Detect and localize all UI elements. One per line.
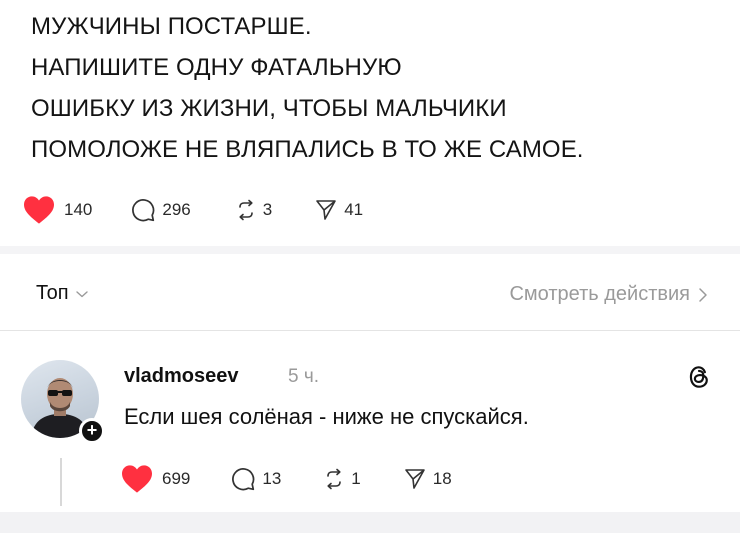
comment-count: 13 xyxy=(262,469,282,488)
repost-count: 3 xyxy=(262,200,273,219)
repost-icon xyxy=(327,468,342,490)
follow-button[interactable]: + xyxy=(79,418,105,444)
share-icon xyxy=(404,469,425,489)
reply-text: Если шея солёная - ниже не спускайся. xyxy=(124,404,529,429)
bottom-divider xyxy=(0,512,740,533)
separator-line xyxy=(0,330,740,331)
like-button[interactable]: 699 xyxy=(120,464,190,494)
post-text: МУЖЧИНЫ ПОСТАРШЕ. НАПИШИТЕ ОДНУ ФАТАЛЬНУ… xyxy=(31,6,721,170)
plus-icon: + xyxy=(86,420,98,440)
repost-icon xyxy=(238,199,253,221)
post-line: ОШИБКУ ИЗ ЖИЗНИ, ЧТОБЫ МАЛЬЧИКИ xyxy=(31,95,507,122)
share-count: 18 xyxy=(432,469,452,488)
post-line: ПОМОЛОЖЕ НЕ ВЛЯПАЛИСЬ В ТО ЖЕ САМОЕ. xyxy=(31,136,584,163)
repost-count: 1 xyxy=(351,469,361,488)
chevron-right-icon xyxy=(699,287,707,302)
share-button[interactable]: 18 xyxy=(403,467,452,491)
comment-button[interactable]: 13 xyxy=(230,466,281,492)
threads-icon[interactable] xyxy=(686,363,712,396)
comment-count: 296 xyxy=(162,200,191,219)
like-button[interactable]: 140 xyxy=(22,195,92,225)
comment-icon xyxy=(232,468,255,491)
view-activity-label: Смотреть действия xyxy=(509,283,690,305)
like-count: 699 xyxy=(162,469,191,488)
sort-label: Топ xyxy=(36,282,69,304)
reply-avatar-wrap: + xyxy=(21,360,105,444)
post-line: НАПИШИТЕ ОДНУ ФАТАЛЬНУЮ xyxy=(31,54,402,81)
heart-icon xyxy=(122,465,152,493)
heart-icon xyxy=(24,196,54,224)
comment-button[interactable]: 296 xyxy=(130,197,191,223)
reply-actions: 699 13 1 18 xyxy=(120,464,452,494)
section-divider xyxy=(0,246,740,254)
sort-bar: Топ Смотреть действия xyxy=(0,262,740,324)
post-line: МУЖЧИНЫ ПОСТАРШЕ. xyxy=(31,13,312,40)
thread-line xyxy=(60,458,62,506)
sort-dropdown[interactable]: Топ xyxy=(36,282,89,305)
post-actions: 140 296 3 41 xyxy=(22,195,363,225)
comment-icon xyxy=(132,199,155,222)
share-count: 41 xyxy=(344,200,364,219)
share-icon xyxy=(316,200,337,220)
like-count: 140 xyxy=(64,200,93,219)
chevron-down-icon xyxy=(75,290,88,297)
share-button[interactable]: 41 xyxy=(314,198,363,222)
view-activity-link[interactable]: Смотреть действия xyxy=(509,283,708,306)
repost-button[interactable]: 1 xyxy=(321,467,361,491)
reply-username[interactable]: vladmoseev xyxy=(124,365,239,388)
repost-button[interactable]: 3 xyxy=(233,198,272,222)
reply-time: 5 ч. xyxy=(288,366,320,387)
